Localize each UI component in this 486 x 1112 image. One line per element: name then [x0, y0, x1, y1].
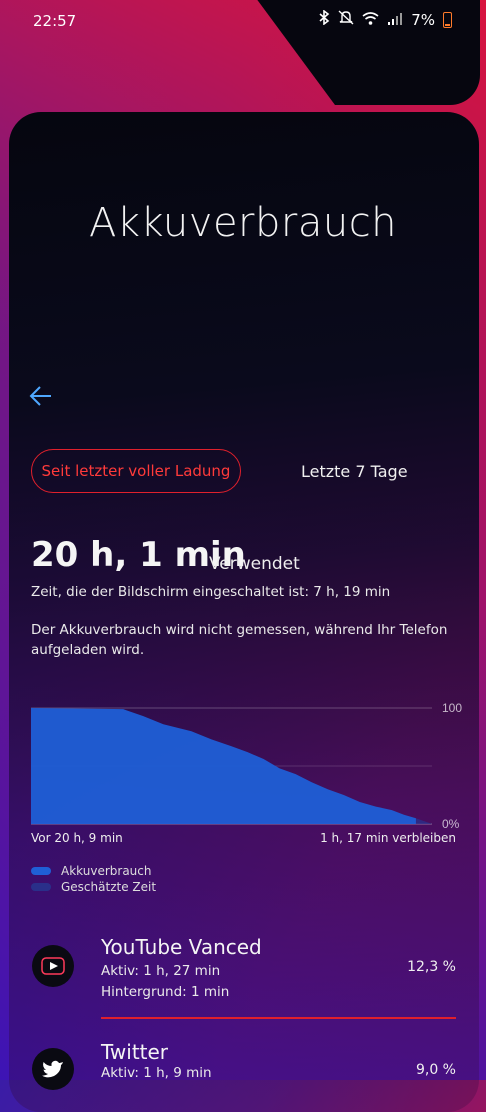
tab-since-full-charge[interactable]: Seit letzter voller Ladung	[31, 449, 241, 493]
list-divider	[101, 1017, 456, 1019]
status-time: 22:57	[33, 12, 77, 30]
battery-icon	[443, 11, 452, 28]
legend-item-usage: Akkuverbrauch	[31, 864, 151, 878]
status-icons: 7%	[318, 9, 452, 29]
mute-icon	[338, 10, 354, 29]
series-area-estimate	[415, 818, 432, 824]
used-label: Verwendet	[209, 554, 300, 574]
legend-label-usage: Akkuverbrauch	[61, 864, 152, 878]
bluetooth-icon	[318, 9, 330, 29]
app-percent: 12,3 %	[407, 959, 456, 975]
legend-item-estimate: Geschätzte Zeit	[31, 880, 156, 894]
tab-last-7-days[interactable]: Letzte 7 Tage	[301, 462, 408, 481]
app-name: YouTube Vanced	[101, 935, 262, 959]
legend-label-estimate: Geschätzte Zeit	[61, 880, 157, 894]
status-bar: 22:57 7%	[0, 0, 486, 44]
list-item-youtube-vanced[interactable]: YouTube Vanced Aktiv: 1 h, 27 min Hinter…	[0, 935, 486, 1015]
battery-percent: 7%	[411, 10, 435, 29]
page-title: Akkuverbrauch	[88, 200, 398, 246]
charging-note: Der Akkuverbrauch wird nicht gemessen, w…	[31, 622, 448, 658]
list-item-twitter[interactable]: Twitter Aktiv: 1 h, 9 min 9,0 %	[0, 1040, 486, 1090]
battery-chart-svg: 100 0%	[31, 701, 462, 831]
y-tick-label-100: 100	[442, 701, 462, 715]
battery-chart: 100 0%	[0, 690, 486, 850]
arrow-left-icon	[29, 386, 51, 406]
legend-swatch-estimate	[31, 883, 51, 891]
signal-icon	[387, 11, 403, 29]
back-button[interactable]	[27, 382, 55, 410]
wifi-icon	[362, 11, 379, 29]
app-active-time: Aktiv: 1 h, 27 min	[101, 963, 221, 979]
app-active-time: Aktiv: 1 h, 9 min	[101, 1065, 212, 1081]
app-percent: 9,0 %	[415, 1062, 456, 1078]
y-tick-label-0: 0%	[442, 817, 460, 831]
screen-on-time: Zeit, die der Bildschirm eingeschaltet i…	[31, 584, 391, 600]
youtube-icon	[32, 945, 74, 987]
app-name: Twitter	[101, 1040, 169, 1064]
app-background-time: Hintergrund: 1 min	[101, 984, 230, 1000]
x-tick-label-start: Vor 20 h, 9 min	[31, 831, 123, 845]
x-tick-label-end: 1 h, 17 min verbleiben	[320, 831, 456, 845]
twitter-bird-icon	[32, 1048, 74, 1090]
legend-swatch-usage	[31, 867, 51, 875]
